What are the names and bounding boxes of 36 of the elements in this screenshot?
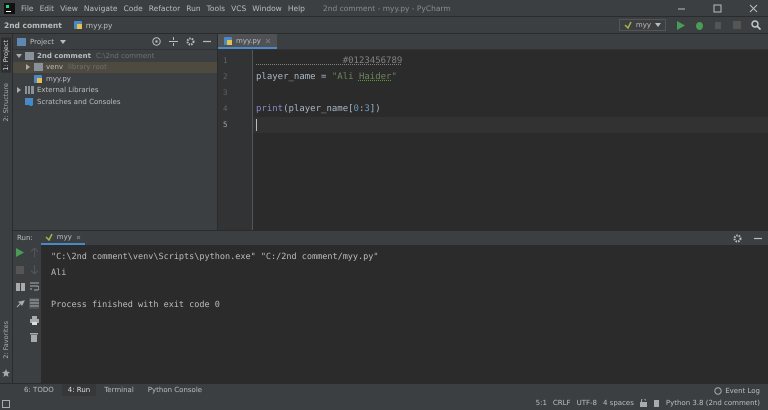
python-file-icon xyxy=(224,36,232,44)
settings-icon[interactable] xyxy=(184,37,197,46)
console-output-line: Ali xyxy=(51,267,68,280)
settings-icon[interactable] xyxy=(731,234,744,242)
expand-arrow-icon[interactable] xyxy=(16,87,22,94)
star-icon xyxy=(2,369,10,377)
soft-wrap-icon[interactable] xyxy=(29,281,39,292)
scroll-to-end-icon[interactable] xyxy=(29,298,39,309)
console-output-line: "C:\2nd comment\venv\Scripts\python.exe" "C:/2nd comment/myy.py" xyxy=(51,251,379,264)
console-output-line: Process finished with exit code 0 xyxy=(51,299,221,312)
expand-arrow-icon[interactable] xyxy=(16,52,22,59)
python-file-icon xyxy=(74,21,82,29)
project-view-icon xyxy=(17,38,26,46)
rerun-icon[interactable] xyxy=(15,247,25,258)
trash-icon[interactable] xyxy=(29,332,39,343)
code-line: print(player_name[0:3]) xyxy=(256,103,381,116)
close-icon xyxy=(748,4,758,12)
close-icon[interactable] xyxy=(76,234,81,240)
library-icon xyxy=(25,86,34,94)
locate-icon[interactable] xyxy=(150,37,163,46)
caret-icon xyxy=(60,40,66,44)
text-cursor xyxy=(256,119,257,131)
scratch-icon xyxy=(25,98,34,106)
app-logo-icon xyxy=(4,2,15,14)
layout-icon[interactable] xyxy=(15,281,25,292)
expand-arrow-icon[interactable] xyxy=(25,64,31,70)
panel-toggle-icon[interactable] xyxy=(2,400,10,408)
lock-icon[interactable] xyxy=(640,399,647,407)
print-icon[interactable] xyxy=(29,315,39,326)
caret-icon xyxy=(655,23,661,27)
maximize-icon xyxy=(712,4,722,12)
event-log-icon xyxy=(714,386,722,394)
python-file-icon xyxy=(34,74,43,83)
code-line: player_name = "Ali Haider" xyxy=(256,71,397,84)
code-line: #0123456789 xyxy=(342,55,402,68)
collapse-icon[interactable] xyxy=(167,37,180,46)
